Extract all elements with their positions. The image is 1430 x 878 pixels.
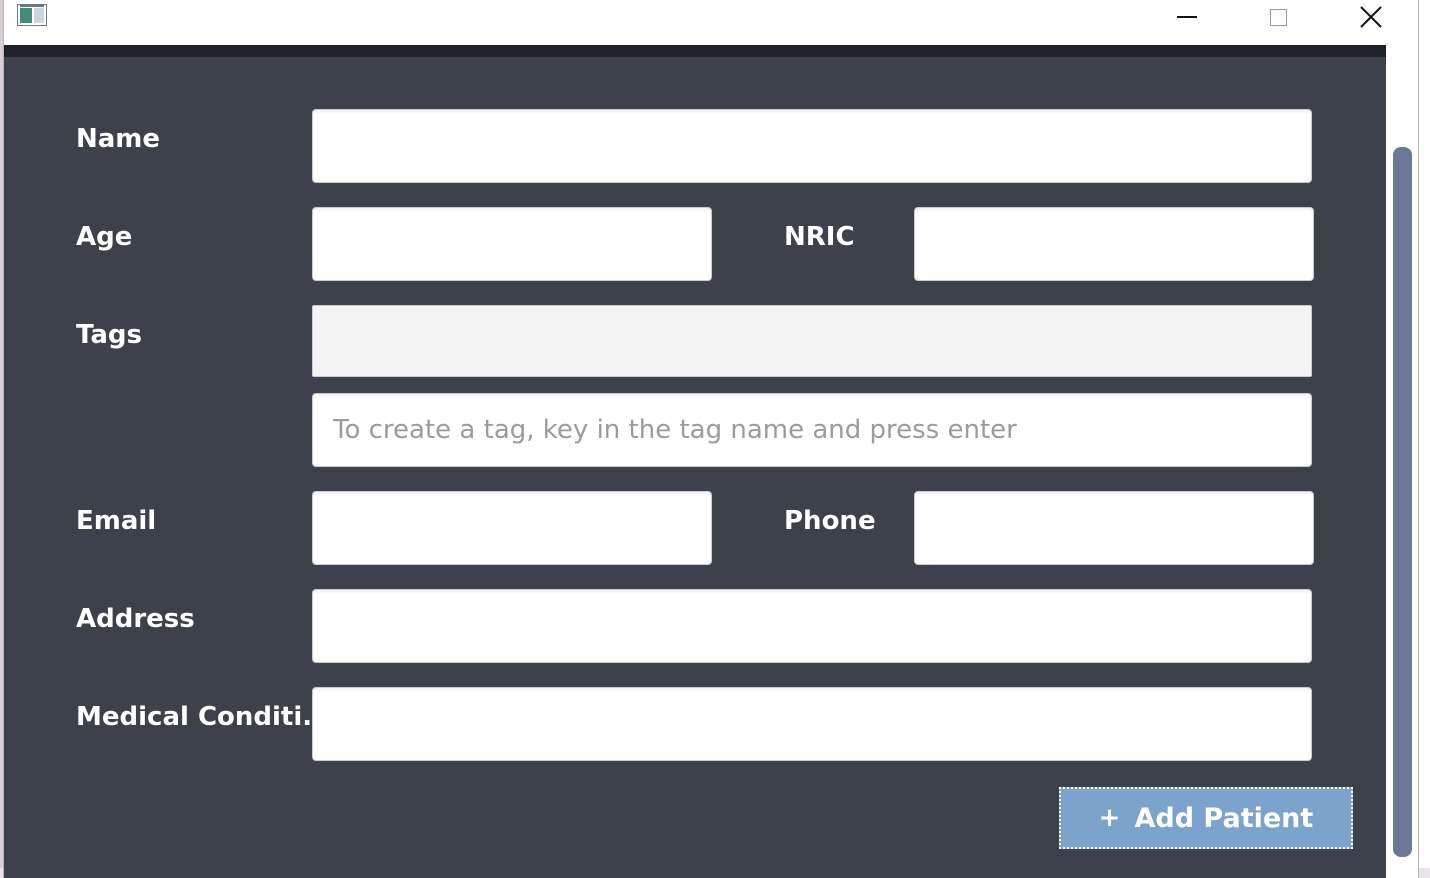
- maximize-icon: [1269, 8, 1287, 26]
- scrollbar-thumb[interactable]: [1393, 147, 1412, 857]
- email-label: Email: [76, 506, 157, 536]
- title-bar[interactable]: [4, 0, 1418, 45]
- nric-input[interactable]: [914, 207, 1314, 281]
- phone-label: Phone: [784, 506, 876, 536]
- email-input[interactable]: [312, 491, 712, 565]
- address-label: Address: [76, 604, 195, 634]
- phone-input[interactable]: [914, 491, 1314, 565]
- background-window-edge: [1418, 0, 1430, 878]
- plus-icon: +: [1098, 803, 1121, 833]
- add-patient-window: Name Age NRIC Tags Email Phone Address M…: [4, 0, 1418, 878]
- medical-conditions-label: Medical Conditi...: [76, 702, 332, 732]
- minimize-button[interactable]: [1164, 0, 1210, 34]
- medical-conditions-input[interactable]: [312, 687, 1312, 761]
- name-label: Name: [76, 124, 161, 154]
- maximize-button[interactable]: [1255, 0, 1301, 34]
- close-icon: [1360, 6, 1382, 28]
- close-button[interactable]: [1348, 0, 1394, 34]
- nric-label: NRIC: [784, 222, 855, 252]
- minimize-icon: [1177, 16, 1197, 18]
- app-icon: [17, 4, 47, 26]
- menu-bar-divider: [4, 45, 1386, 57]
- add-patient-button[interactable]: + Add Patient: [1059, 787, 1353, 849]
- tag-input[interactable]: [312, 393, 1312, 467]
- age-label: Age: [76, 222, 133, 252]
- tags-display-area[interactable]: [312, 305, 1312, 377]
- name-input[interactable]: [312, 109, 1312, 183]
- address-input[interactable]: [312, 589, 1312, 663]
- age-input[interactable]: [312, 207, 712, 281]
- tags-label: Tags: [76, 320, 143, 350]
- add-patient-label: Add Patient: [1134, 802, 1314, 834]
